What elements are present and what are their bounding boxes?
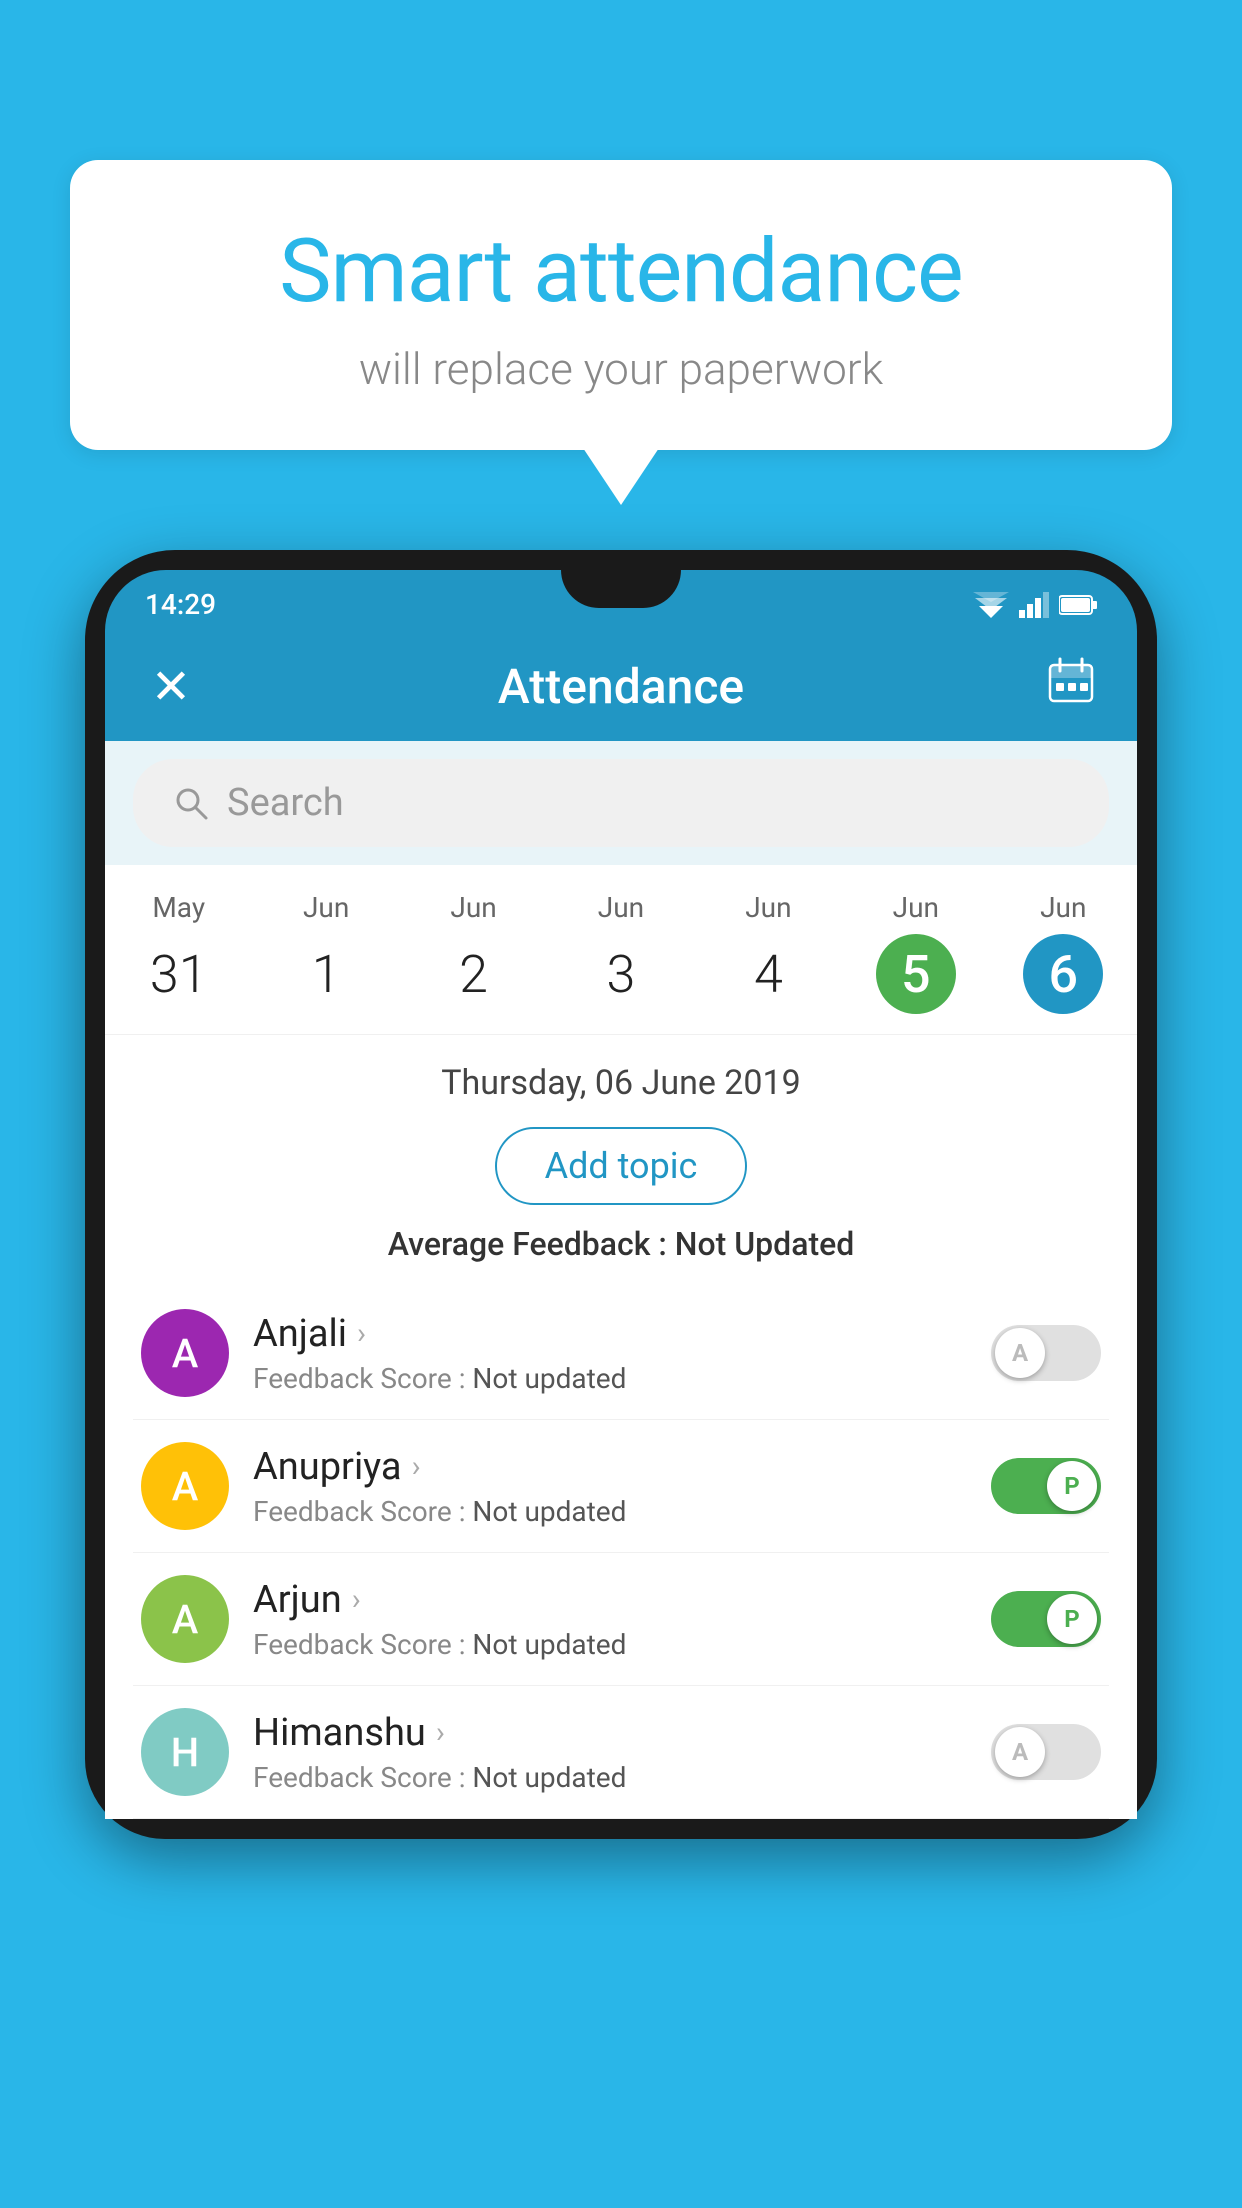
signal-icon	[1019, 592, 1049, 618]
date-cell-5[interactable]: Jun 5	[842, 881, 989, 1034]
attendance-toggle[interactable]: P	[991, 1458, 1101, 1514]
student-info: Himanshu › Feedback Score : Not updated	[253, 1711, 967, 1794]
month-label: Jun	[846, 891, 985, 924]
date-cell-2[interactable]: Jun 2	[400, 881, 547, 1034]
student-list: AAnjali ›Feedback Score : Not updatedAAA…	[105, 1287, 1137, 1819]
app-bar: ✕ Attendance	[105, 631, 1137, 741]
month-label: Jun	[994, 891, 1133, 924]
date-number[interactable]: 31	[139, 934, 219, 1014]
toggle-knob: P	[1047, 1461, 1097, 1511]
student-name: Arjun ›	[253, 1578, 967, 1622]
avatar: H	[141, 1708, 229, 1796]
calendar-button[interactable]	[1041, 655, 1101, 717]
toggle-knob: P	[1047, 1594, 1097, 1644]
speech-bubble-container: Smart attendance will replace your paper…	[70, 160, 1172, 450]
search-bar-container: Search	[105, 741, 1137, 865]
phone-frame: 14:29	[85, 550, 1157, 1839]
search-placeholder: Search	[227, 781, 344, 825]
student-name: Himanshu ›	[253, 1711, 967, 1755]
close-button[interactable]: ✕	[141, 658, 201, 715]
toggle-knob: A	[995, 1727, 1045, 1777]
student-item-1[interactable]: A Anupriya › Feedback Score : Not updated P	[133, 1420, 1109, 1553]
feedback-value: Not updated	[472, 1628, 626, 1661]
battery-icon	[1059, 594, 1097, 616]
notch	[561, 570, 681, 608]
month-label: Jun	[699, 891, 838, 924]
date-cell-1[interactable]: Jun 1	[252, 881, 399, 1034]
app-bar-title: Attendance	[201, 658, 1041, 715]
status-bar: 14:29	[105, 570, 1137, 631]
feedback-value: Not updated	[472, 1761, 626, 1794]
feedback-value: Not updated	[472, 1495, 626, 1528]
feedback-value: Not updated	[472, 1362, 626, 1395]
avg-feedback-value: Not Updated	[675, 1225, 855, 1263]
student-item-2[interactable]: A Arjun › Feedback Score : Not updated P	[133, 1553, 1109, 1686]
calendar-row: May 31 Jun 1 Jun 2 Jun 3 Jun 4 Jun 5 Jun 6	[105, 865, 1137, 1035]
chevron-icon: ›	[436, 1715, 445, 1750]
date-cell-0[interactable]: May 31	[105, 881, 252, 1034]
phone-container: 14:29	[85, 550, 1157, 2208]
toggle-knob: A	[995, 1328, 1045, 1378]
student-name: Anjali ›	[253, 1312, 967, 1356]
search-input[interactable]: Search	[133, 759, 1109, 847]
date-number[interactable]: 2	[434, 934, 514, 1014]
phone-screen: Search May 31 Jun 1 Jun 2 Jun 3 Jun 4 Jun 5 Jun 6 Thu…	[105, 741, 1137, 1819]
date-cell-3[interactable]: Jun 3	[547, 881, 694, 1034]
calendar-icon	[1046, 655, 1096, 705]
date-number[interactable]: 3	[581, 934, 661, 1014]
attendance-toggle[interactable]: A	[991, 1724, 1101, 1780]
avg-feedback-label: Average Feedback :	[388, 1225, 667, 1263]
avatar: A	[141, 1575, 229, 1663]
add-topic-button[interactable]: Add topic	[495, 1127, 748, 1205]
feedback-score: Feedback Score : Not updated	[253, 1761, 967, 1794]
date-number[interactable]: 5	[876, 934, 956, 1014]
chevron-icon: ›	[357, 1316, 366, 1351]
avatar: A	[141, 1309, 229, 1397]
date-number[interactable]: 6	[1023, 934, 1103, 1014]
student-info: Anupriya › Feedback Score : Not updated	[253, 1445, 967, 1528]
month-label: Jun	[404, 891, 543, 924]
month-label: Jun	[551, 891, 690, 924]
search-icon	[173, 785, 209, 821]
feedback-score: Feedback Score : Not updated	[253, 1495, 967, 1528]
month-label: Jun	[256, 891, 395, 924]
info-section: Thursday, 06 June 2019 Add topic Average…	[105, 1035, 1137, 1287]
attendance-toggle[interactable]: A	[991, 1325, 1101, 1381]
chevron-icon: ›	[352, 1582, 361, 1617]
date-number[interactable]: 1	[286, 934, 366, 1014]
feedback-score: Feedback Score : Not updated	[253, 1362, 967, 1395]
avatar: A	[141, 1442, 229, 1530]
student-item-3[interactable]: H Himanshu › Feedback Score : Not updated A	[133, 1686, 1109, 1819]
speech-bubble-subtitle: will replace your paperwork	[130, 343, 1112, 395]
month-label: May	[109, 891, 248, 924]
speech-bubble: Smart attendance will replace your paper…	[70, 160, 1172, 450]
feedback-score: Feedback Score : Not updated	[253, 1628, 967, 1661]
student-info: Arjun › Feedback Score : Not updated	[253, 1578, 967, 1661]
student-name: Anupriya ›	[253, 1445, 967, 1489]
status-time: 14:29	[145, 588, 216, 621]
selected-date-display: Thursday, 06 June 2019	[141, 1063, 1101, 1103]
date-cell-6[interactable]: Jun 6	[990, 881, 1137, 1034]
chevron-icon: ›	[412, 1449, 421, 1484]
attendance-toggle[interactable]: P	[991, 1591, 1101, 1647]
speech-bubble-title: Smart attendance	[130, 220, 1112, 323]
wifi-icon	[973, 592, 1009, 618]
date-cell-4[interactable]: Jun 4	[695, 881, 842, 1034]
student-item-0[interactable]: A Anjali › Feedback Score : Not updated A	[133, 1287, 1109, 1420]
avg-feedback-text: Average Feedback : Not Updated	[141, 1225, 1101, 1263]
date-number[interactable]: 4	[728, 934, 808, 1014]
status-icons	[973, 592, 1097, 618]
student-info: Anjali › Feedback Score : Not updated	[253, 1312, 967, 1395]
